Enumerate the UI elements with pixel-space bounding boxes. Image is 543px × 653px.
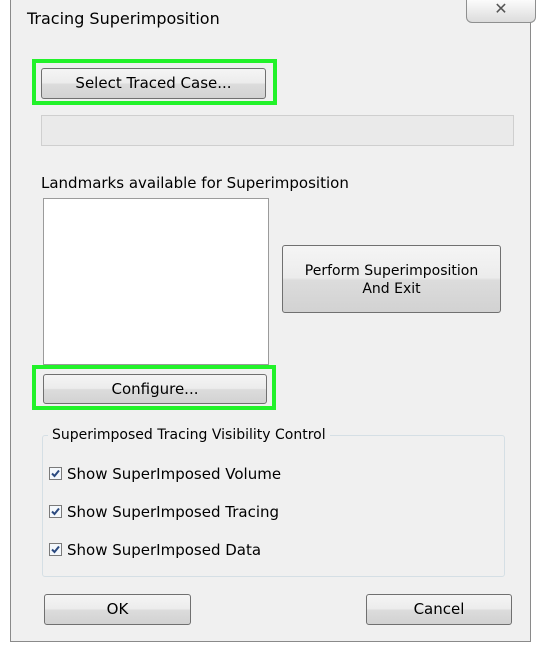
landmarks-listbox[interactable] bbox=[43, 198, 269, 365]
tracing-superimposition-dialog: Tracing Superimposition ✕ Select Traced … bbox=[10, 0, 536, 642]
landmarks-label: Landmarks available for Superimposition bbox=[41, 174, 349, 192]
show-volume-checkbox[interactable] bbox=[49, 467, 62, 480]
show-tracing-checkbox[interactable] bbox=[49, 505, 62, 518]
check-mark-icon bbox=[51, 545, 60, 554]
perform-superimposition-button[interactable]: Perform Superimposition And Exit bbox=[282, 245, 501, 313]
cancel-button[interactable]: Cancel bbox=[366, 594, 512, 625]
traced-case-field bbox=[41, 115, 514, 146]
ok-button[interactable]: OK bbox=[44, 594, 191, 625]
close-icon: ✕ bbox=[494, 0, 508, 18]
show-data-row[interactable]: Show SuperImposed Data bbox=[49, 541, 261, 561]
configure-label: Configure... bbox=[111, 380, 199, 398]
check-mark-icon bbox=[51, 469, 60, 478]
perform-superimposition-line2: And Exit bbox=[362, 281, 421, 297]
show-tracing-label: Show SuperImposed Tracing bbox=[67, 503, 280, 521]
perform-superimposition-line1: Perform Superimposition bbox=[304, 263, 479, 279]
dialog-title: Tracing Superimposition bbox=[27, 9, 220, 28]
select-traced-case-label: Select Traced Case... bbox=[75, 74, 232, 92]
select-traced-case-button[interactable]: Select Traced Case... bbox=[41, 68, 266, 99]
configure-button[interactable]: Configure... bbox=[43, 374, 267, 404]
cancel-label: Cancel bbox=[413, 600, 465, 618]
check-mark-icon bbox=[51, 507, 60, 516]
visibility-group-title: Superimposed Tracing Visibility Control bbox=[48, 427, 330, 443]
show-tracing-row[interactable]: Show SuperImposed Tracing bbox=[49, 503, 279, 523]
show-volume-row[interactable]: Show SuperImposed Volume bbox=[49, 465, 281, 485]
show-volume-label: Show SuperImposed Volume bbox=[67, 465, 282, 483]
show-data-label: Show SuperImposed Data bbox=[67, 541, 262, 559]
close-button[interactable]: ✕ bbox=[466, 0, 536, 23]
show-data-checkbox[interactable] bbox=[49, 543, 62, 556]
ok-label: OK bbox=[106, 600, 129, 618]
